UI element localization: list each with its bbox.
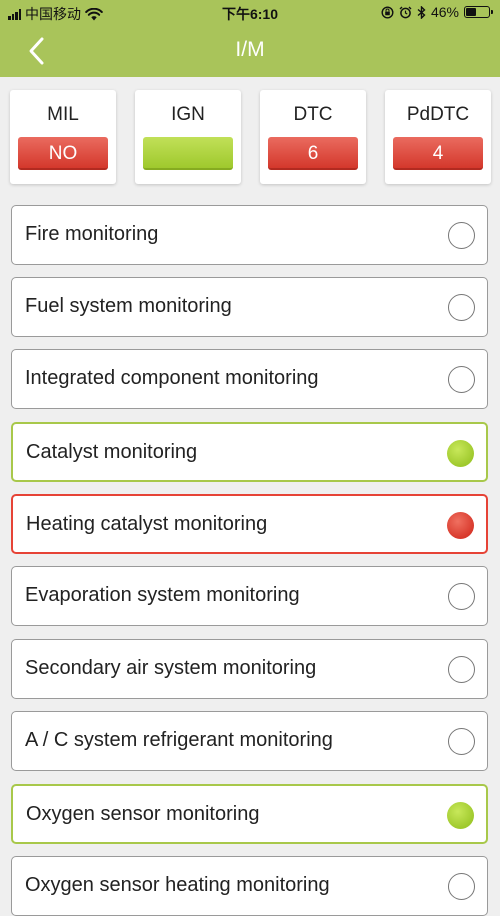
card-label: MIL bbox=[47, 104, 79, 125]
status-indicator-icon bbox=[448, 873, 475, 900]
status-indicator-icon bbox=[447, 512, 474, 539]
item-label: A / C system refrigerant monitoring bbox=[25, 729, 333, 751]
bluetooth-icon bbox=[417, 5, 426, 19]
card-value: 4 bbox=[393, 137, 483, 170]
status-indicator-icon bbox=[448, 583, 475, 610]
battery-percent: 46% bbox=[430, 4, 459, 20]
page-title: I/M bbox=[235, 38, 265, 61]
alarm-icon bbox=[399, 6, 412, 18]
item-label: Secondary air system monitoring bbox=[25, 657, 317, 679]
list-item[interactable]: Catalyst monitoring bbox=[11, 422, 488, 482]
card-value: 6 bbox=[268, 137, 358, 170]
card-label: PdDTC bbox=[406, 104, 470, 125]
status-indicator-icon bbox=[448, 222, 475, 249]
card-value bbox=[143, 137, 233, 170]
card-ign: IGN bbox=[135, 90, 241, 184]
card-dtc[interactable]: DTC 6 bbox=[260, 90, 366, 184]
list-item[interactable]: A / C system refrigerant monitoring bbox=[11, 711, 488, 771]
status-indicator-icon bbox=[448, 656, 475, 683]
status-indicator-icon bbox=[448, 728, 475, 755]
list-item[interactable]: Oxygen sensor heating monitoring bbox=[11, 856, 488, 916]
item-label: Heating catalyst monitoring bbox=[26, 513, 268, 535]
item-label: Oxygen sensor monitoring bbox=[26, 803, 260, 825]
status-right: 46% bbox=[381, 4, 493, 20]
item-label: Fuel system monitoring bbox=[25, 295, 232, 317]
list-item[interactable]: Oxygen sensor monitoring bbox=[11, 784, 488, 844]
nav-bar: I/M bbox=[0, 24, 500, 77]
status-indicator-icon bbox=[448, 366, 475, 393]
status-indicator-icon bbox=[448, 294, 475, 321]
battery-level bbox=[466, 8, 477, 16]
card-value: NO bbox=[18, 137, 108, 170]
item-label: Integrated component monitoring bbox=[25, 367, 319, 389]
battery-icon bbox=[464, 6, 493, 18]
list-item[interactable]: Fuel system monitoring bbox=[11, 277, 488, 337]
card-label: DTC bbox=[293, 104, 333, 125]
card-mil: MIL NO bbox=[10, 90, 116, 184]
item-label: Catalyst monitoring bbox=[26, 441, 198, 463]
item-label: Fire monitoring bbox=[25, 223, 159, 245]
list-item[interactable]: Evaporation system monitoring bbox=[11, 566, 488, 626]
item-label: Evaporation system monitoring bbox=[25, 584, 300, 606]
list-item[interactable]: Secondary air system monitoring bbox=[11, 639, 488, 699]
list-item[interactable]: Fire monitoring bbox=[11, 205, 488, 265]
status-indicator-icon bbox=[447, 440, 474, 467]
card-pddtc[interactable]: PdDTC 4 bbox=[385, 90, 491, 184]
list-item[interactable]: Integrated component monitoring bbox=[11, 349, 488, 409]
status-cards: MIL NO IGN DTC 6 PdDTC 4 bbox=[10, 90, 491, 184]
list-item[interactable]: Heating catalyst monitoring bbox=[11, 494, 488, 554]
status-indicator-icon bbox=[447, 802, 474, 829]
status-bar: 中国移动 下午6:10 46% bbox=[0, 0, 500, 24]
item-label: Oxygen sensor heating monitoring bbox=[25, 874, 330, 896]
rotation-lock-icon bbox=[381, 5, 394, 19]
card-label: IGN bbox=[171, 104, 205, 125]
